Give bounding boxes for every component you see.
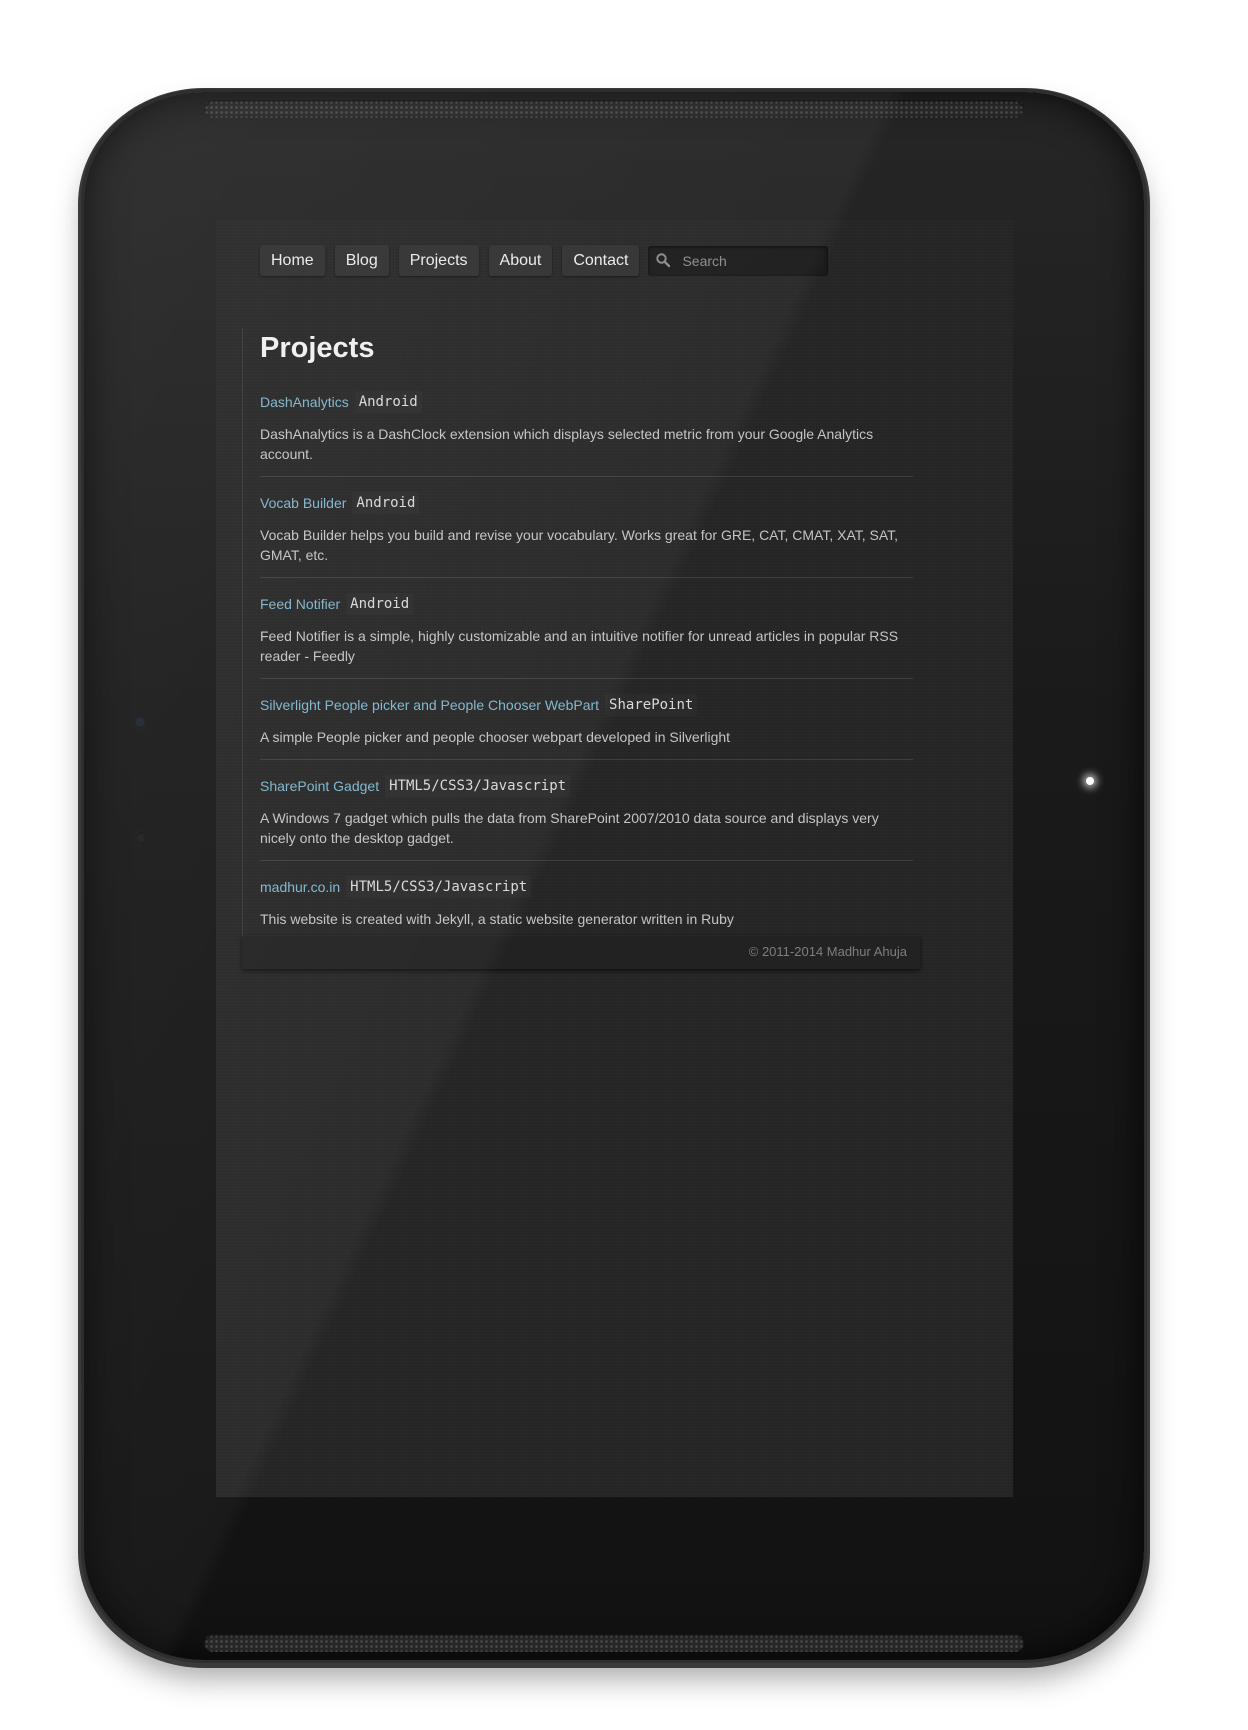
project-link-feed-notifier[interactable]: Feed Notifier xyxy=(260,596,340,612)
nav-contact[interactable]: Contact xyxy=(562,245,640,276)
project-tag: Android xyxy=(354,391,422,413)
nav-blog[interactable]: Blog xyxy=(334,245,389,276)
project-description: Vocab Builder helps you build and revise… xyxy=(260,527,899,563)
main-content: Projects DashAnalytics Android DashAnaly… xyxy=(242,328,932,942)
project-item: madhur.co.in HTML5/CSS3/Javascript This … xyxy=(260,875,913,942)
project-header: DashAnalytics Android xyxy=(260,390,913,414)
project-tag: HTML5/CSS3/Javascript xyxy=(346,876,532,898)
project-description: A Windows 7 gadget which pulls the data … xyxy=(260,810,879,846)
search-box[interactable] xyxy=(648,245,829,276)
project-item: Vocab Builder Android Vocab Builder help… xyxy=(260,491,913,578)
page-footer: © 2011-2014 Madhur Ahuja xyxy=(242,935,920,969)
project-header: Vocab Builder Android xyxy=(260,491,913,515)
project-description: DashAnalytics is a DashClock extension w… xyxy=(260,426,874,462)
top-speaker-grille xyxy=(204,100,1024,118)
nav-projects[interactable]: Projects xyxy=(398,245,479,276)
project-link-madhur-co-in[interactable]: madhur.co.in xyxy=(260,879,340,895)
tablet-device-frame: Home Blog Projects About Contact Project… xyxy=(84,92,1144,1660)
project-description: A simple People picker and people choose… xyxy=(260,729,731,745)
project-link-dashanalytics[interactable]: DashAnalytics xyxy=(260,394,349,410)
project-item: Silverlight People picker and People Cho… xyxy=(260,693,913,760)
project-tag: HTML5/CSS3/Javascript xyxy=(385,775,571,797)
project-item: SharePoint Gadget HTML5/CSS3/Javascript … xyxy=(260,774,913,861)
project-link-vocab-builder[interactable]: Vocab Builder xyxy=(260,495,346,511)
search-icon xyxy=(656,252,671,267)
project-tag: Android xyxy=(352,492,420,514)
bottom-speaker-grille xyxy=(204,1634,1024,1652)
project-description: Feed Notifier is a simple, highly custom… xyxy=(260,628,899,664)
project-link-silverlight-people-picker[interactable]: Silverlight People picker and People Cho… xyxy=(260,697,599,713)
project-link-sharepoint-gadget[interactable]: SharePoint Gadget xyxy=(260,778,379,794)
nav-about[interactable]: About xyxy=(488,245,553,276)
screen: Home Blog Projects About Contact Project… xyxy=(216,220,1013,1497)
top-navigation: Home Blog Projects About Contact xyxy=(260,245,829,276)
project-tag: Android xyxy=(346,593,414,615)
footer-copyright: © 2011-2014 Madhur Ahuja xyxy=(748,944,907,959)
nav-home[interactable]: Home xyxy=(260,245,325,276)
search-input[interactable] xyxy=(682,245,823,276)
project-tag: SharePoint xyxy=(605,694,698,716)
project-header: Silverlight People picker and People Cho… xyxy=(260,693,913,717)
page-title: Projects xyxy=(260,332,375,364)
project-item: DashAnalytics Android DashAnalytics is a… xyxy=(260,390,913,477)
project-description: This website is created with Jekyll, a s… xyxy=(260,911,734,927)
project-header: madhur.co.in HTML5/CSS3/Javascript xyxy=(260,875,913,899)
notification-led xyxy=(1086,777,1094,785)
front-camera xyxy=(134,716,146,728)
project-item: Feed Notifier Android Feed Notifier is a… xyxy=(260,592,913,679)
project-header: SharePoint Gadget HTML5/CSS3/Javascript xyxy=(260,774,913,798)
project-header: Feed Notifier Android xyxy=(260,592,913,616)
light-sensor xyxy=(135,832,147,844)
